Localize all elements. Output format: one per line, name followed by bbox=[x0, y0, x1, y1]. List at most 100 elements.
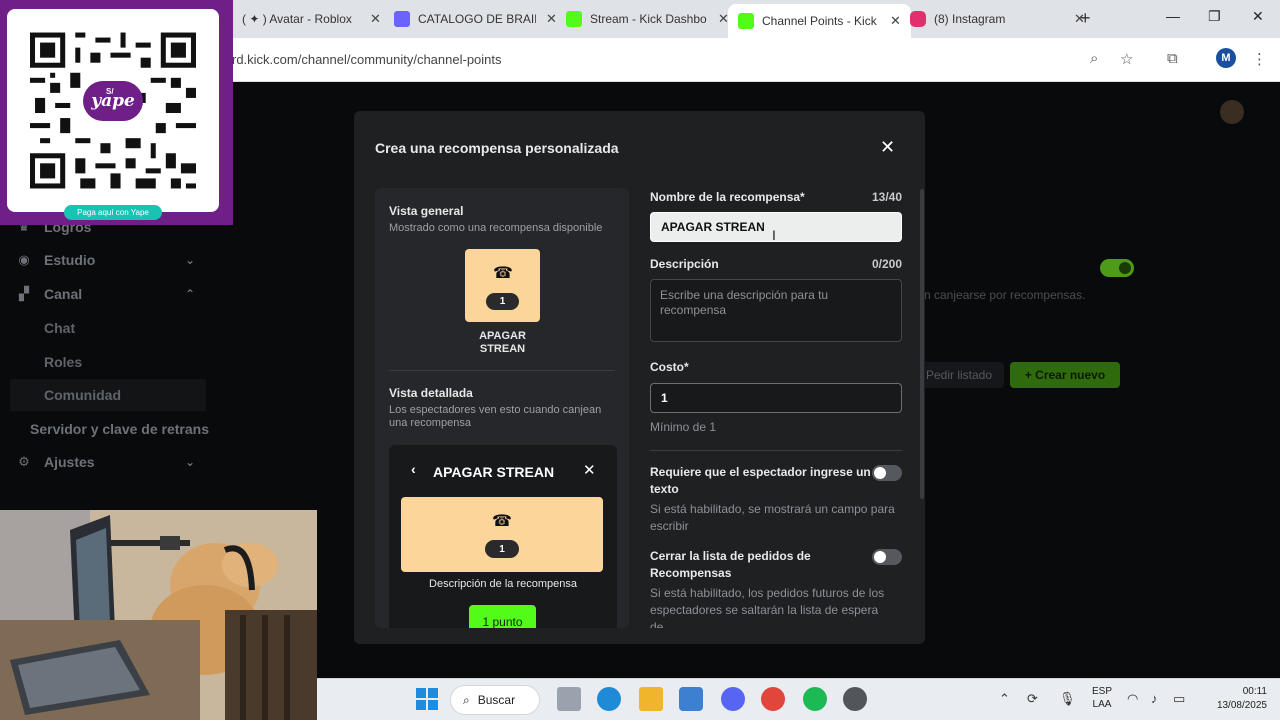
sync-icon[interactable]: ⟳ bbox=[1027, 691, 1038, 707]
reward-cost-pill: 1 bbox=[486, 293, 519, 310]
create-new-button[interactable]: + Crear nuevo bbox=[1010, 362, 1120, 388]
channel-points-description: n canjearse por recompensas. bbox=[924, 288, 1086, 302]
webcam-overlay bbox=[0, 510, 317, 720]
task-view-icon[interactable] bbox=[557, 687, 581, 711]
clock-time: 00:11 bbox=[1242, 686, 1267, 697]
detail-preview: ‹ APAGAR STREAN ✕ ☎ 1 Descripción de la … bbox=[389, 445, 617, 628]
shield-icon bbox=[394, 11, 410, 27]
zoom-icon[interactable]: ⌕ bbox=[1090, 50, 1098, 67]
tab-roblox[interactable]: ( ✦ ) Avatar - Roblox ✕ bbox=[232, 4, 391, 34]
close-queue-label: Cerrar la lista de pedidos de Recompensa… bbox=[650, 549, 811, 580]
battery-icon[interactable]: ▭ bbox=[1173, 691, 1185, 707]
close-icon[interactable]: ✕ bbox=[880, 137, 895, 158]
yape-qr-overlay: yape S/ Paga aquí con Yape bbox=[0, 0, 233, 225]
reward-card-name: APAGAR STREAN bbox=[479, 330, 526, 355]
qr-card: yape S/ bbox=[7, 9, 219, 212]
user-avatar[interactable] bbox=[1220, 100, 1244, 124]
tab-title: (8) Instagram bbox=[934, 12, 1006, 26]
screen: ( ✦ ) Avatar - Roblox ✕ CATALOGO DE BRAI… bbox=[0, 0, 1280, 720]
kick-logo-icon bbox=[738, 13, 754, 29]
detail-reward-title: APAGAR STREAN bbox=[433, 464, 555, 480]
discord-icon[interactable] bbox=[721, 687, 745, 711]
request-list-button[interactable]: Pedir listado bbox=[914, 362, 1004, 388]
microphone-icon[interactable]: 🎙 bbox=[1059, 691, 1076, 707]
tab-kick-dashboard[interactable]: Stream - Kick Dashbo ✕ bbox=[556, 4, 739, 34]
channel-points-toggle[interactable] bbox=[1100, 259, 1134, 277]
sidebar-item-label: Canal bbox=[44, 286, 83, 302]
volume-icon[interactable]: ♪ bbox=[1151, 691, 1158, 706]
modal-title: Crea una recompensa personalizada bbox=[375, 140, 619, 156]
menu-dots-icon[interactable]: ⋮ bbox=[1252, 50, 1267, 68]
chrome-icon[interactable] bbox=[761, 687, 785, 711]
obs-icon[interactable] bbox=[843, 687, 867, 711]
gear-icon: ⚙ bbox=[18, 454, 30, 469]
new-tab-button[interactable]: + bbox=[1080, 8, 1091, 29]
cost-input[interactable]: 1 bbox=[650, 383, 902, 413]
divider bbox=[650, 450, 902, 451]
reward-name-label: Nombre de la recompensa* bbox=[650, 190, 805, 204]
general-view-subtitle: Mostrado como una recompensa disponible bbox=[389, 222, 603, 234]
close-icon[interactable]: ✕ bbox=[370, 11, 381, 27]
webcam-image bbox=[0, 510, 317, 720]
store-icon[interactable] bbox=[679, 687, 703, 711]
spotify-icon[interactable] bbox=[803, 687, 827, 711]
sidebar-item-label: Estudio bbox=[44, 252, 96, 268]
cost-hint: Mínimo de 1 bbox=[650, 420, 717, 434]
language-code: ESP bbox=[1092, 686, 1113, 697]
reward-card: ☎ 1 bbox=[465, 249, 540, 322]
studio-icon: ◉ bbox=[18, 252, 30, 267]
close-queue-toggle[interactable] bbox=[872, 549, 902, 565]
bookmark-star-icon[interactable]: ☆ bbox=[1120, 50, 1133, 68]
extensions-icon[interactable]: ⧉ bbox=[1167, 50, 1178, 67]
scrollbar[interactable] bbox=[920, 189, 924, 499]
window-close-icon[interactable]: ✕ bbox=[1252, 8, 1264, 25]
url-input[interactable]: rd.kick.com/channel/community/channel-po… bbox=[232, 52, 502, 67]
require-text-hint: Si está habilitado, se mostrará un campo… bbox=[650, 502, 895, 533]
gift-icon: ☎ bbox=[493, 265, 513, 282]
sidebar-subitem-roles[interactable]: Roles bbox=[44, 354, 82, 370]
restore-icon[interactable]: ❐ bbox=[1208, 8, 1221, 25]
channel-icon: ▞ bbox=[19, 286, 29, 301]
chevron-up-icon[interactable]: ⌃ bbox=[999, 691, 1010, 707]
reward-form: Nombre de la recompensa* 13/40 APAGAR ST… bbox=[650, 188, 902, 628]
close-queue-hint: Si está habilitado, los pedidos futuros … bbox=[650, 586, 885, 628]
chevron-down-icon: ⌄ bbox=[185, 253, 196, 267]
sidebar-subitem-comunidad[interactable]: Comunidad bbox=[10, 379, 206, 411]
create-reward-modal: Crea una recompensa personalizada ✕ Vist… bbox=[354, 111, 925, 644]
sidebar-item-label: Ajustes bbox=[44, 454, 95, 470]
sidebar-subitem-chat[interactable]: Chat bbox=[44, 320, 75, 336]
chevron-down-icon: ⌄ bbox=[185, 455, 196, 469]
sidebar-item-servidor[interactable]: Servidor y clave de retrans bbox=[0, 414, 209, 444]
tab-channel-points[interactable]: Channel Points - Kick ✕ bbox=[728, 4, 911, 38]
close-icon: ✕ bbox=[583, 462, 596, 479]
profile-avatar[interactable]: M bbox=[1216, 48, 1236, 68]
divider bbox=[389, 370, 615, 371]
tab-catalogo[interactable]: CATALOGO DE BRAIN ✕ bbox=[384, 4, 567, 34]
require-text-toggle[interactable] bbox=[872, 465, 902, 481]
yape-pay-button: Paga aquí con Yape bbox=[64, 205, 162, 220]
chevron-left-icon: ‹ bbox=[411, 461, 416, 477]
taskbar-search[interactable]: ⌕ Buscar bbox=[450, 685, 540, 715]
sidebar-item-ajustes[interactable]: ⚙ Ajustes ⌄ bbox=[0, 447, 195, 477]
detail-view-title: Vista detallada bbox=[389, 386, 473, 400]
windows-start-icon[interactable] bbox=[415, 687, 439, 711]
minimize-icon[interactable]: — bbox=[1166, 8, 1180, 24]
system-clock[interactable]: 00:11 13/08/2025 bbox=[1203, 685, 1267, 713]
reward-name-input[interactable]: APAGAR STREAN bbox=[650, 212, 902, 242]
language-layout: LAA bbox=[1092, 699, 1112, 710]
edge-icon[interactable] bbox=[597, 687, 621, 711]
chevron-up-icon: ⌃ bbox=[185, 287, 196, 301]
windows-taskbar: ⌕ Buscar ⌃ ⟳ 🎙 ESP LAA ◠ ♪ ▭ 00:11 13/08… bbox=[317, 678, 1280, 720]
sidebar-item-estudio[interactable]: ◉ Estudio ⌄ bbox=[0, 245, 195, 275]
language-indicator[interactable]: ESP LAA bbox=[1092, 685, 1112, 711]
wifi-icon[interactable]: ◠ bbox=[1127, 691, 1138, 707]
sidebar-item-label: Servidor y clave de retrans bbox=[30, 421, 209, 437]
tab-title: ( ✦ ) Avatar - Roblox bbox=[242, 12, 352, 26]
tab-instagram[interactable]: (8) Instagram ✕ bbox=[900, 4, 1095, 34]
description-input[interactable]: Escribe una descripción para tu recompen… bbox=[650, 279, 902, 342]
file-explorer-icon[interactable] bbox=[639, 687, 663, 711]
text-cursor-icon: I bbox=[772, 227, 776, 243]
sidebar-item-canal[interactable]: ▞ Canal ⌃ bbox=[0, 279, 195, 309]
gift-icon: ☎ bbox=[492, 513, 512, 530]
general-view-title: Vista general bbox=[389, 204, 464, 218]
